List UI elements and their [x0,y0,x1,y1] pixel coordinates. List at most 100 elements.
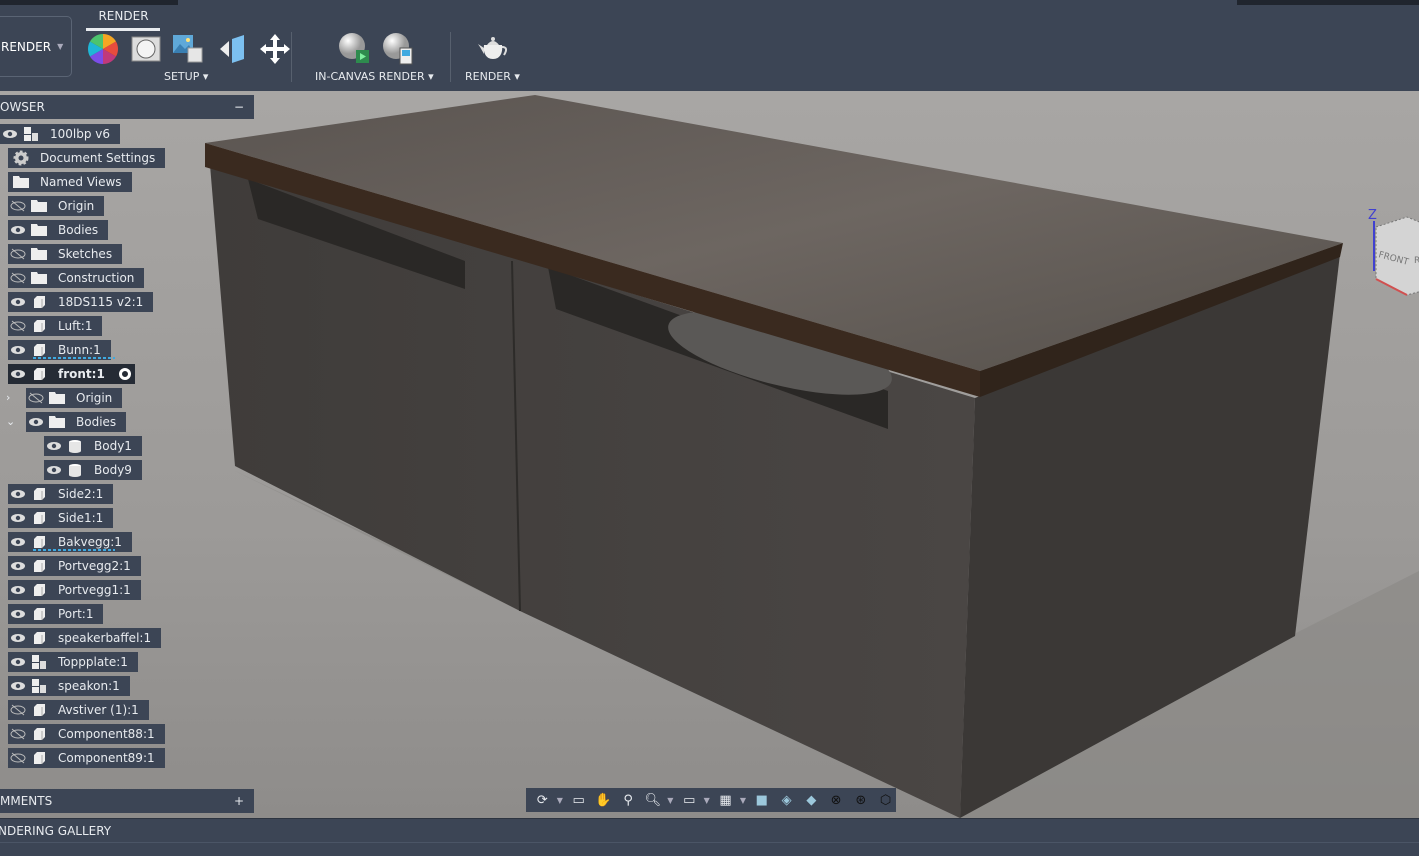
shaded-visible-edges-icon[interactable]: ◆ [801,790,822,810]
wireframe-hidden-edges-icon[interactable]: ⊛ [850,790,871,810]
browser-item-label: Port:1 [58,607,94,621]
eye-icon[interactable] [8,220,28,240]
eye-icon[interactable] [8,556,28,576]
browser-item[interactable]: Component88:1 [8,724,165,744]
eye-icon[interactable] [8,292,28,312]
eye-icon[interactable] [8,340,28,360]
scene-settings-icon[interactable] [129,33,163,65]
browser-item[interactable]: Toppplate:1 [8,652,138,672]
eye-icon[interactable] [44,436,64,456]
browser-panel-header[interactable]: OWSER − [0,95,254,119]
rendering-gallery[interactable]: NDERING GALLERY [0,818,1419,856]
browser-item[interactable]: Bodies [8,220,109,240]
eye-icon[interactable] [8,580,28,600]
tab-render[interactable]: RENDER [88,9,159,23]
browser-item[interactable]: Luft:1 [8,316,103,336]
browser-item[interactable]: Origin [8,196,105,216]
browser-item[interactable]: speakerbaffel:1 [8,628,162,648]
in-canvas-render-group-label[interactable]: IN-CANVAS RENDER ▾ [315,70,434,83]
browser-item[interactable]: Body1 [44,436,142,456]
browser-item[interactable]: Side2:1 [8,484,114,504]
eye-hidden-icon[interactable] [8,196,28,216]
eye-icon[interactable] [8,676,28,696]
orbit-icon[interactable]: ⟳ [532,790,553,810]
workspace-switcher[interactable]: RENDER ▼ [0,16,72,77]
browser-item[interactable]: speakon:1 [8,676,130,696]
browser-item[interactable]: Bunn:1 [8,340,115,360]
browser-item[interactable]: Side1:1 [8,508,114,528]
teapot-render-icon[interactable] [476,33,510,65]
browser-item[interactable]: Sketches [8,244,123,264]
zoom-icon[interactable]: ⚲ [618,790,639,810]
wireframe-icon[interactable]: ⊗ [826,790,847,810]
shaded-icon[interactable]: ■ [751,790,772,810]
chevron-down-icon[interactable]: ⌄ [6,415,18,428]
render-group-label[interactable]: RENDER ▾ [465,70,520,83]
browser-item[interactable]: Component89:1 [8,748,165,768]
move-icon[interactable] [258,33,292,65]
browser-item[interactable]: Avstiver (1):1 [8,700,149,720]
component-icon [28,556,50,576]
fit-icon[interactable]: 🔍︎ [643,790,664,810]
eye-hidden-icon[interactable] [8,724,28,744]
browser-item[interactable]: Port:1 [8,604,104,624]
folder-icon [46,388,68,408]
decal-icon[interactable] [215,33,249,65]
browser-item[interactable]: Origin [26,388,123,408]
folder-icon [28,220,50,240]
activate-radio-icon[interactable] [118,368,131,380]
eye-hidden-icon[interactable] [8,748,28,768]
eye-icon[interactable] [8,484,28,504]
shaded-hidden-edges-icon[interactable]: ◈ [776,790,797,810]
viewcube-right-label: R [1414,256,1419,266]
browser-item[interactable]: Portvegg2:1 [8,556,141,576]
eye-icon[interactable] [0,124,20,144]
eye-icon[interactable] [8,508,28,528]
comments-panel-header[interactable]: MMENTS + [0,789,254,813]
eye-icon[interactable] [8,604,28,624]
component-icon [28,364,50,384]
add-comment-button[interactable]: + [234,794,244,808]
grid-icon[interactable]: ▦ [715,790,736,810]
texture-map-icon[interactable] [171,33,205,65]
eye-icon[interactable] [8,652,28,672]
browser-item-label: Luft:1 [58,319,93,333]
browser-item-label: front:1 [58,367,105,381]
canvas-viewport[interactable]: Z FRONT R [0,91,1419,818]
chevron-right-icon[interactable]: › [6,391,18,404]
browser-item[interactable]: 100lbp v6 [0,124,121,144]
browser-item[interactable]: 18DS115 v2:1 [8,292,154,312]
eye-icon[interactable] [8,532,28,552]
browser-item[interactable]: Named Views [8,172,132,192]
folder-icon [28,244,50,264]
browser-item[interactable]: Body9 [44,460,142,480]
eye-hidden-icon[interactable] [8,244,28,264]
eye-icon[interactable] [8,364,28,384]
look-at-icon[interactable]: ▭ [568,790,589,810]
browser-item-label: Portvegg2:1 [58,559,131,573]
body-icon [64,436,86,456]
browser-item[interactable]: Document Settings [8,148,166,168]
collapse-browser-button[interactable]: − [234,100,244,114]
eye-hidden-icon[interactable] [8,316,28,336]
browser-item[interactable]: Bodies [26,412,127,432]
eye-hidden-icon[interactable] [8,700,28,720]
appearance-icon[interactable] [86,33,120,65]
pan-icon[interactable]: ✋ [593,790,614,810]
in-canvas-render-settings-icon[interactable] [380,33,414,65]
navigation-bar: ⟳ ▼ ▭ ✋ ⚲ 🔍︎ ▼ ▭ ▼ ▦ ▼ ■ ◈ ◆ ⊗ ⊛ ⬡ [526,788,896,812]
in-canvas-render-icon[interactable] [336,33,370,65]
browser-item[interactable]: Bakvegg:1 [8,532,132,552]
browser-item[interactable]: Construction [8,268,145,288]
eye-icon[interactable] [26,412,46,432]
eye-hidden-icon[interactable] [26,388,46,408]
wireframe-visible-edges-icon[interactable]: ⬡ [875,790,896,810]
display-settings-icon[interactable]: ▭ [679,790,700,810]
eye-icon[interactable] [8,628,28,648]
setup-group-label[interactable]: SETUP ▾ [164,70,208,83]
eye-icon[interactable] [44,460,64,480]
browser-item[interactable]: Portvegg1:1 [8,580,141,600]
component-icon [28,748,50,768]
browser-item[interactable]: front:1 [8,364,135,384]
eye-hidden-icon[interactable] [8,268,28,288]
